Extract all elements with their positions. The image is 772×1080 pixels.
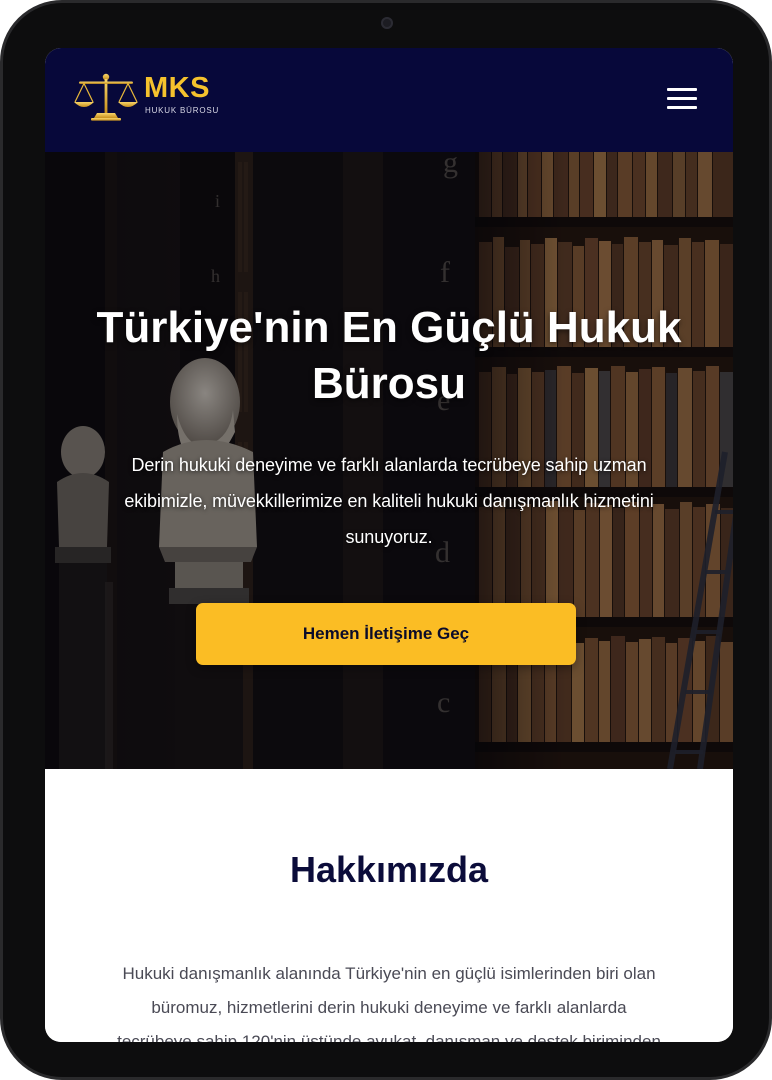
menu-bar-bottom xyxy=(667,106,697,109)
about-text: Hukuki danışmanlık alanında Türkiye'nin … xyxy=(45,957,733,1042)
hero-description: Derin hukuki deneyime ve farklı alanlard… xyxy=(45,447,733,555)
hero-description-line-3: sunuyoruz. xyxy=(345,527,433,547)
hero-title: Türkiye'nin En Güçlü Hukuk Bürosu xyxy=(45,300,733,412)
brand-name: MKS xyxy=(144,72,210,104)
about-text-line-1: Hukuki danışmanlık alanında Türkiye'nin … xyxy=(122,964,656,983)
about-text-line-2: büromuz, hizmetlerini derin hukuki deney… xyxy=(151,998,627,1017)
scales-of-justice-icon xyxy=(74,73,138,121)
hero-description-line-1: Derin hukuki deneyime ve farklı alanlard… xyxy=(131,455,647,475)
hero-description-line-2: ekibimizle, müvekkillerimize en kaliteli… xyxy=(124,491,654,511)
about-text-line-3: tecrübeye sahip 120'nin üstünde avukat, … xyxy=(117,1032,661,1042)
hero-title-line-2: Bürosu xyxy=(312,359,466,408)
menu-bar-middle xyxy=(667,97,697,100)
hamburger-menu-icon[interactable] xyxy=(665,86,699,112)
brand-logo[interactable]: MKS HUKUK BÜROSU xyxy=(73,70,233,126)
menu-bar-top xyxy=(667,88,697,91)
about-section: Hakkımızda Hukuki danışmanlık alanında T… xyxy=(45,769,733,1042)
navbar: MKS HUKUK BÜROSU xyxy=(45,48,733,152)
about-title: Hakkımızda xyxy=(289,849,489,890)
contact-now-button[interactable]: Hemen İletişime Geç xyxy=(196,603,576,665)
camera-dot xyxy=(381,17,393,29)
brand-subtitle: HUKUK BÜROSU xyxy=(145,106,220,115)
hero-section: g f e d c i h Türkiye'nin En Güçlü Hukuk… xyxy=(45,152,733,769)
hero-title-line-1: Türkiye'nin En Güçlü Hukuk xyxy=(96,303,682,352)
tablet-frame: MKS HUKUK BÜROSU g f e d c i h Türkiye'n… xyxy=(0,0,772,1080)
tablet-screen: MKS HUKUK BÜROSU g f e d c i h Türkiye'n… xyxy=(45,48,733,1042)
